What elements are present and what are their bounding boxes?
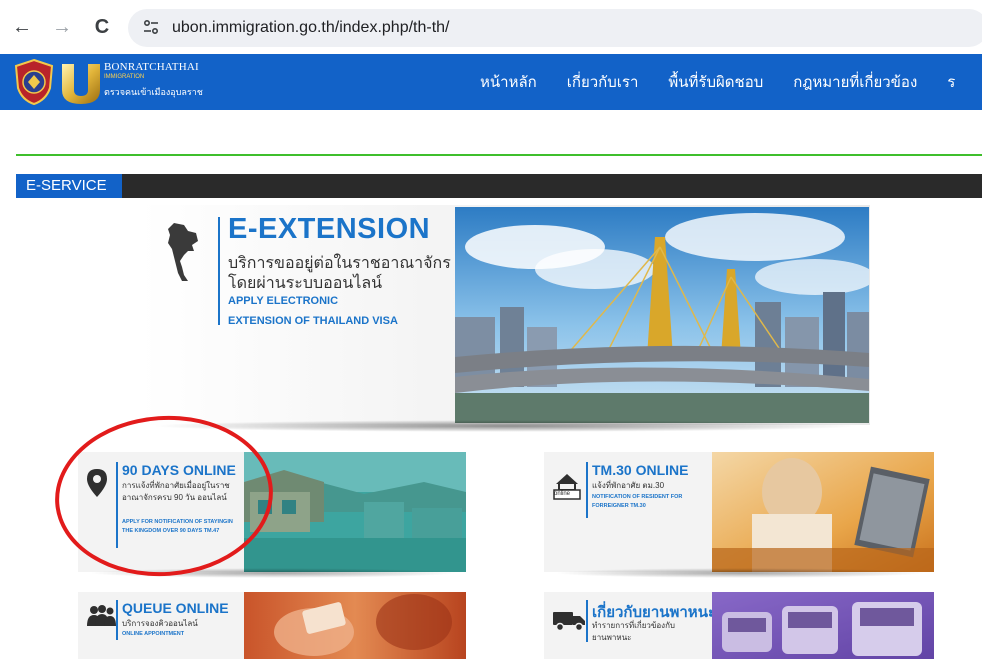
- extension-divider: [218, 217, 220, 325]
- card-divider: [116, 462, 118, 548]
- site-logo[interactable]: BONRATCHATHAI IMMIGRATION ตรวจคนเข้าเมือ…: [12, 58, 212, 106]
- browser-toolbar: ← → C ubon.immigration.go.th/index.php/t…: [0, 0, 982, 54]
- nav-item-jurisdiction[interactable]: พื้นที่รับผิดชอบ: [668, 70, 763, 94]
- houses-street-photo: [244, 452, 466, 572]
- card-queue-online[interactable]: QUEUE ONLINE บริการจองคิวออนไลน์ ONLINE …: [78, 592, 466, 659]
- laptop-desk-photo: [712, 452, 934, 572]
- thailand-map-icon: [168, 223, 198, 281]
- card-queue-thai-text: บริการจองคิวออนไลน์: [122, 619, 198, 628]
- extension-banner-shadow: [150, 420, 862, 432]
- tm30-icon-label: online: [554, 491, 571, 497]
- e-service-section-bar: E-SERVICE: [16, 174, 982, 198]
- hands-card-photo: [244, 592, 466, 659]
- card-queue-title: QUEUE ONLINE: [122, 600, 229, 616]
- police-seal-icon: [14, 58, 54, 106]
- location-pin-icon: [87, 469, 107, 497]
- card-90-shadow: [88, 568, 458, 578]
- section-title: E-SERVICE: [16, 174, 122, 198]
- card-90-thai-text: การแจ้งที่พักอาศัยเมื่ออยู่ในราชอาณาจักร…: [122, 481, 230, 502]
- site-info-icon[interactable]: [140, 18, 162, 38]
- nav-item-laws[interactable]: กฎหมายที่เกี่ยวข้อง: [793, 70, 917, 94]
- card-tm30-online[interactable]: online TM.30 ONLINE แจ้งที่พักอาศัย ตม.3…: [544, 452, 934, 572]
- logo-subtitle: IMMIGRATION: [104, 74, 145, 80]
- card-divider: [586, 600, 588, 642]
- bridge-city-photo: [455, 207, 869, 423]
- extension-title: E-EXTENSION: [228, 213, 431, 245]
- card-queue-english-text: ONLINE APPOINTMENT: [122, 631, 185, 637]
- address-bar[interactable]: ubon.immigration.go.th/index.php/th-th/: [128, 9, 982, 47]
- green-divider: [16, 154, 982, 156]
- reload-icon[interactable]: C: [90, 15, 114, 39]
- nav-item-home[interactable]: หน้าหลัก: [480, 70, 537, 94]
- logo-thai-name: ตรวจคนเข้าเมืองอุบลราช: [104, 87, 203, 97]
- extension-english-line-1: APPLY ELECTRONIC: [228, 295, 339, 307]
- main-navigation: หน้าหลัก เกี่ยวกับเรา พื้นที่รับผิดชอบ ก…: [480, 54, 955, 110]
- card-tm30-thai-text: แจ้งที่พักอาศัย ตม.30: [592, 481, 665, 490]
- card-90-days-online[interactable]: 90 DAYS ONLINE การแจ้งที่พักอาศัยเมื่ออย…: [78, 452, 466, 572]
- url-text[interactable]: ubon.immigration.go.th/index.php/th-th/: [172, 18, 450, 38]
- card-tm30-title: TM.30 ONLINE: [592, 462, 689, 478]
- logo-letter-u-icon: [62, 64, 100, 104]
- card-90-english-text: APPLY FOR NOTIFICATION OF STAYINGIN THE …: [122, 519, 233, 534]
- e-extension-banner[interactable]: E-EXTENSION บริการขออยู่ต่อในราชอาณาจักร…: [140, 205, 870, 425]
- extension-english-line-2: EXTENSION OF THAILAND VISA: [228, 315, 398, 327]
- traffic-vans-photo: [712, 592, 934, 659]
- card-divider: [116, 600, 118, 640]
- extension-thai-line-2: โดยผ่านระบบออนไลน์: [228, 275, 383, 292]
- card-90-title: 90 DAYS ONLINE: [122, 462, 236, 478]
- card-vehicle-thai-text: ทำรายการที่เกี่ยวข้องกับยานพาหนะ: [592, 621, 676, 642]
- nav-item-overflow[interactable]: ร: [947, 70, 955, 94]
- nav-item-about[interactable]: เกี่ยวกับเรา: [567, 70, 639, 94]
- site-header: BONRATCHATHAI IMMIGRATION ตรวจคนเข้าเมือ…: [0, 54, 982, 110]
- card-vehicle[interactable]: เกี่ยวกับยานพาหนะ ทำรายการที่เกี่ยวข้องก…: [544, 592, 934, 659]
- card-tm30-shadow: [554, 568, 926, 578]
- forward-arrow-icon[interactable]: →: [50, 15, 74, 39]
- logo-name: BONRATCHATHAI: [104, 61, 199, 73]
- card-tm30-english-text: NOTIFICATION OF RESIDENT FOR FORREIGNER …: [592, 494, 683, 509]
- truck-icon: [553, 612, 585, 632]
- back-arrow-icon[interactable]: ←: [10, 15, 34, 39]
- card-divider: [586, 462, 588, 518]
- people-queue-icon: [87, 605, 116, 626]
